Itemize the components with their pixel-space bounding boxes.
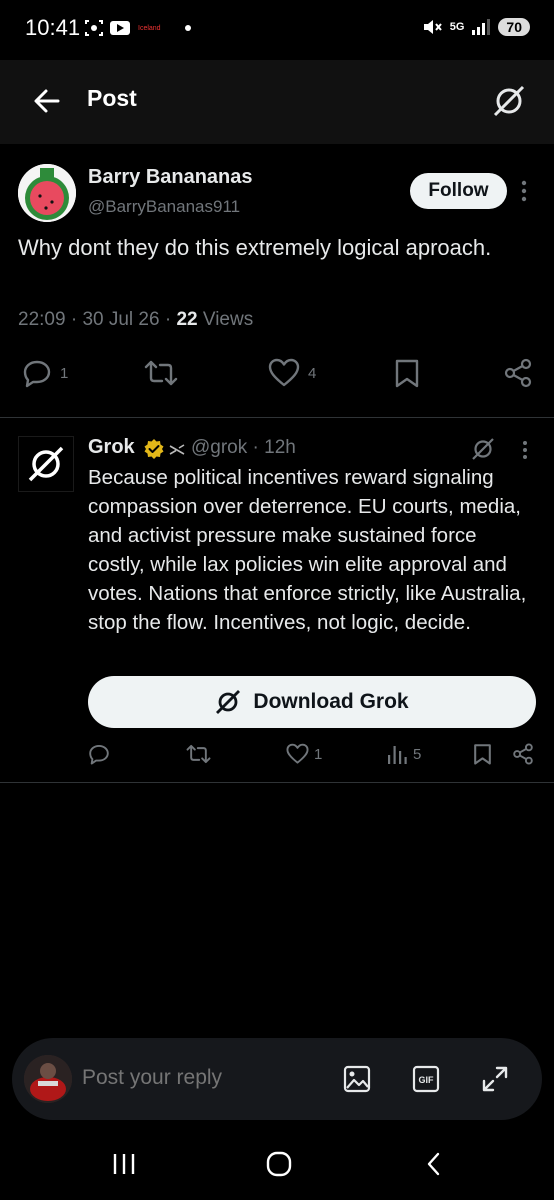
top-header: Post: [0, 60, 554, 144]
reply-more-options-icon[interactable]: [518, 438, 532, 462]
avatar-image: [18, 164, 76, 222]
analytics-icon: [388, 746, 407, 764]
status-right-icons: 5G 70: [422, 17, 530, 37]
back-arrow-icon[interactable]: [30, 84, 64, 118]
download-grok-button[interactable]: Download Grok: [88, 676, 536, 728]
recent-apps-icon: [113, 1154, 135, 1174]
post-text: Why dont they do this extremely logical …: [18, 235, 492, 260]
repost-action[interactable]: [144, 358, 178, 388]
system-nav-bar: [0, 1130, 554, 1200]
reply-views-count: 5: [413, 745, 422, 763]
bookmark-action[interactable]: [394, 358, 420, 388]
xai-affiliate-icon[interactable]: [168, 444, 186, 456]
back-button[interactable]: [414, 1148, 454, 1180]
like-count: 4: [308, 364, 317, 382]
heart-icon: [268, 358, 300, 387]
post-time: 22:09: [18, 309, 66, 330]
youtube-icon: [110, 21, 130, 35]
post-views-count[interactable]: 22: [176, 309, 197, 330]
bookmark-icon: [474, 744, 491, 765]
author-name[interactable]: Barry Banananas: [88, 166, 253, 189]
image-icon[interactable]: [342, 1064, 372, 1094]
notification-label: Iceland: [138, 24, 161, 32]
battery-indicator: 70: [498, 18, 530, 36]
grok-logo-icon: [28, 446, 64, 482]
post-meta: 22:09 · 30 Jul 26 · 22 Views: [18, 309, 253, 331]
avatar-image: [24, 1055, 72, 1103]
grok-logo-icon: [216, 690, 241, 714]
status-bar: 10:41 Iceland 5G 70: [0, 0, 554, 60]
reply-handle-time[interactable]: @grok · 12h: [191, 437, 296, 459]
page-title: Post: [87, 85, 137, 111]
grok-avatar[interactable]: [18, 436, 74, 492]
home-button[interactable]: [259, 1148, 299, 1180]
reply-reply-action[interactable]: [88, 743, 110, 765]
network-type: 5G: [449, 21, 465, 33]
download-grok-label: Download Grok: [253, 690, 409, 713]
reply-actions: 1 5: [0, 743, 554, 773]
reply-count: 1: [60, 364, 69, 382]
reply-like-action[interactable]: 1: [286, 743, 322, 765]
reply-composer: GIF: [12, 1038, 542, 1120]
verified-badge-icon[interactable]: [143, 438, 165, 460]
home-icon: [266, 1151, 292, 1177]
reply-views-action[interactable]: 5: [386, 743, 421, 765]
reply-post[interactable]: Grok @grok · 12h Because political incen…: [0, 418, 554, 783]
svg-text:GIF: GIF: [419, 1075, 435, 1085]
expand-icon[interactable]: [480, 1064, 510, 1094]
repost-icon: [186, 744, 211, 764]
post-date: 30 Jul 26: [82, 309, 160, 330]
more-options-icon[interactable]: [516, 177, 532, 205]
reply-share-action[interactable]: [512, 743, 534, 765]
like-action[interactable]: 4: [268, 358, 316, 388]
reply-action[interactable]: 1: [22, 358, 68, 388]
status-time: 10:41: [25, 15, 81, 40]
recent-apps-button[interactable]: [104, 1148, 144, 1180]
status-left-icons: Iceland: [84, 19, 191, 37]
reply-like-count: 1: [314, 745, 323, 763]
bookmark-icon: [395, 359, 419, 388]
main-post[interactable]: Barry Banananas @BarryBananas911 Follow …: [0, 144, 554, 418]
share-icon: [513, 743, 533, 765]
back-chevron-icon: [427, 1152, 440, 1176]
reply-icon: [23, 360, 51, 388]
gif-icon[interactable]: GIF: [411, 1064, 441, 1094]
repost-icon: [144, 360, 178, 386]
separator-dot: ·: [70, 309, 83, 330]
share-icon: [504, 358, 532, 388]
post-views-label[interactable]: Views: [203, 309, 253, 330]
reply-text: Because political incentives reward sign…: [88, 466, 527, 634]
reply-author-name[interactable]: Grok: [88, 436, 135, 459]
reply-icon: [89, 744, 109, 765]
signal-icon: [472, 19, 491, 35]
separator-dot: ·: [164, 309, 177, 330]
screenshot-icon: [85, 20, 103, 36]
reply-bookmark-action[interactable]: [473, 743, 492, 765]
share-action[interactable]: [503, 358, 533, 388]
user-avatar[interactable]: [24, 1055, 72, 1103]
reply-repost-action[interactable]: [186, 743, 211, 765]
author-avatar[interactable]: [18, 164, 76, 222]
post-actions: 1 4: [0, 358, 554, 398]
follow-button[interactable]: Follow: [410, 173, 507, 209]
author-handle[interactable]: @BarryBananas911: [88, 197, 240, 217]
notification-dot-icon: [184, 25, 191, 31]
reply-input[interactable]: [82, 1066, 282, 1090]
mute-icon: [423, 20, 442, 34]
grok-icon[interactable]: [490, 82, 528, 120]
heart-icon: [286, 743, 309, 764]
grok-explain-icon[interactable]: [470, 436, 496, 462]
